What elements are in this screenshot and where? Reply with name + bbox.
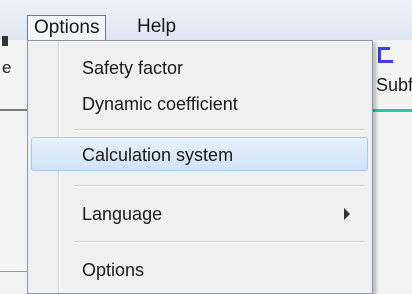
- menu-item-label: Options: [82, 260, 145, 280]
- menu-separator: [74, 129, 364, 130]
- menu-help[interactable]: Help: [131, 15, 182, 39]
- menu-bar: Options Help: [0, 0, 412, 41]
- menu-item-label: Language: [82, 204, 163, 224]
- background-left-text: e: [2, 58, 12, 77]
- menu-item-label: Calculation system: [82, 145, 234, 165]
- background-divider-lower: [0, 271, 28, 272]
- background-toolbar-icon: [2, 36, 8, 46]
- menu-item-options[interactable]: Options: [31, 253, 368, 287]
- background-tab-label[interactable]: Subf: [376, 75, 412, 96]
- background-accent-line: [372, 109, 412, 112]
- menu-separator: [74, 241, 364, 242]
- menu-item-label: Safety factor: [82, 58, 184, 78]
- background-left-panel: [0, 40, 28, 294]
- menu-item-calculation-system[interactable]: Calculation system: [31, 137, 368, 171]
- menu-item-label: Dynamic coefficient: [82, 94, 238, 114]
- menu-options[interactable]: Options: [27, 15, 107, 41]
- bracket-icon[interactable]: [378, 47, 393, 63]
- background-divider: [0, 109, 28, 111]
- menu-separator: [74, 185, 364, 186]
- menu-item-safety-factor[interactable]: Safety factor: [31, 51, 368, 85]
- menu-item-dynamic-coefficient[interactable]: Dynamic coefficient: [31, 87, 368, 121]
- menu-item-language[interactable]: Language: [31, 197, 368, 231]
- submenu-arrow-icon: [344, 208, 350, 220]
- options-dropdown-menu: Safety factor Dynamic coefficient Calcul…: [27, 40, 373, 294]
